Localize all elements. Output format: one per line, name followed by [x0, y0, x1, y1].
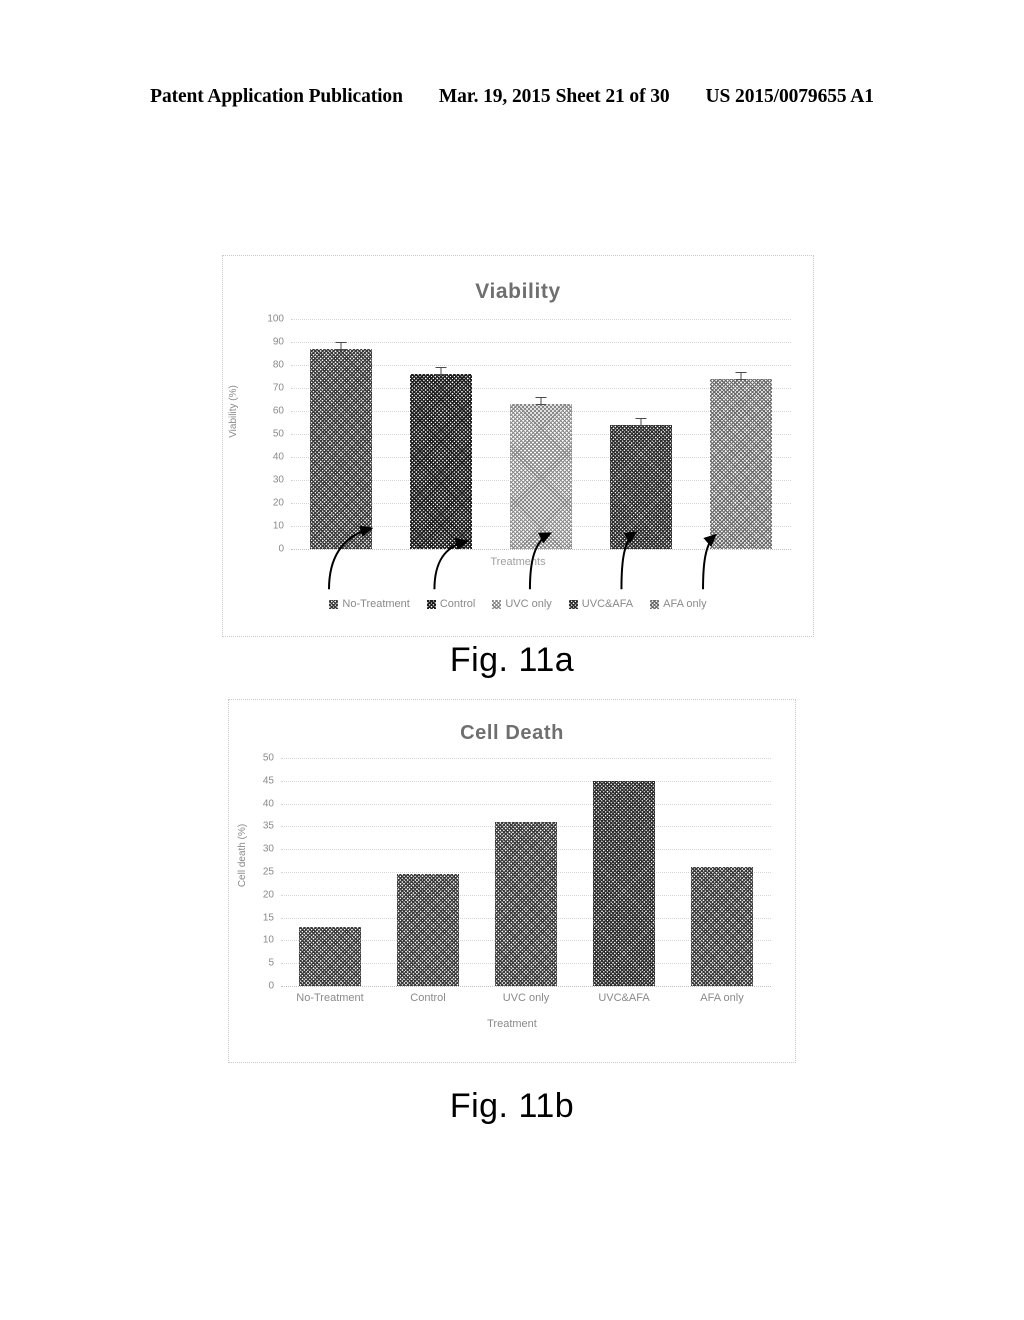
error-bar — [335, 341, 347, 350]
y-axis-tick-label: 40 — [272, 451, 284, 463]
bar-slot — [281, 758, 379, 986]
bar — [410, 367, 472, 549]
x-axis-tick-label: UVC only — [502, 992, 550, 1004]
bar — [710, 371, 772, 549]
legend-item: No-Treatment — [329, 598, 410, 610]
legend-item-label: Control — [439, 598, 476, 610]
bar-group-cell-death — [281, 758, 771, 986]
y-axis-tick-label: 100 — [267, 313, 284, 325]
legend-item: UVC only — [492, 598, 552, 610]
bar — [299, 926, 361, 986]
y-axis-tick-label: 50 — [272, 428, 284, 440]
y-axis-tick-label: 10 — [272, 520, 284, 532]
y-axis-tick-label: 40 — [262, 798, 274, 810]
bar-slot — [673, 758, 771, 986]
legend-item: AFA only — [650, 598, 707, 610]
bar — [495, 821, 557, 986]
x-axis-tick-label: No-Treatment — [296, 992, 364, 1004]
legend-swatch-icon — [329, 599, 339, 609]
bar — [310, 341, 372, 549]
bar — [397, 874, 459, 986]
y-axis-tick-label: 25 — [262, 866, 274, 878]
bar-slot — [477, 758, 575, 986]
figure-caption-11b: Fig. 11b — [449, 1087, 575, 1125]
bar — [610, 417, 672, 549]
error-bar — [535, 397, 547, 406]
chart-title-cell-death: Cell Death — [460, 722, 564, 744]
patent-header: Patent Application Publication Mar. 19, … — [0, 86, 1024, 108]
legend-item: UVC&AFA — [568, 598, 634, 610]
legend-swatch-icon — [426, 599, 436, 609]
y-axis-tick-label: 35 — [262, 820, 274, 832]
bar-group-viability — [291, 319, 791, 549]
plot-area-viability: 0 10 20 30 40 50 60 70 80 90 100 — [267, 314, 791, 555]
bar — [510, 397, 572, 549]
y-axis-label-viability: Viability (%) — [227, 385, 239, 438]
error-bar — [735, 371, 747, 380]
y-axis-tick-label: 70 — [272, 382, 284, 394]
y-axis-tick-label: 60 — [272, 405, 284, 417]
bar-slot — [379, 758, 477, 986]
y-axis-tick-label: 90 — [272, 336, 284, 348]
bar-slot — [291, 319, 391, 549]
legend-item-label: UVC&AFA — [581, 598, 634, 610]
legend-item-label: AFA only — [663, 598, 707, 610]
plot-area-cell-death: 0 5 10 15 20 25 30 35 40 45 50 — [263, 753, 771, 992]
bar-slot — [691, 319, 791, 549]
y-axis-tick-label: 20 — [262, 889, 274, 901]
bar — [691, 867, 753, 986]
legend-item-label: UVC only — [505, 598, 552, 610]
x-axis-label-viability: Treatments — [490, 556, 546, 568]
x-axis-tick-label: Control — [410, 992, 446, 1004]
y-axis-tick-label: 50 — [262, 752, 274, 764]
bar-slot — [491, 319, 591, 549]
x-axis-tick-label: UVC&AFA — [598, 992, 650, 1004]
y-axis-tick-label: 30 — [262, 843, 274, 855]
bar — [593, 780, 655, 986]
gridline — [291, 549, 791, 550]
chart-panel-viability: Viability Viability (%) 0 10 20 30 40 50 60 70 8… — [222, 255, 814, 637]
error-bar — [635, 417, 647, 426]
x-axis-tick-label: AFA only — [700, 992, 744, 1004]
legend-swatch-icon — [492, 599, 502, 609]
legend-item: Control — [426, 598, 476, 610]
bar-slot — [575, 758, 673, 986]
x-axis-tick-labels-cell-death: No-Treatment Control UVC only UVC&AFA AFA on… — [281, 992, 771, 1004]
bar-slot — [391, 319, 491, 549]
x-axis-label-cell-death: Treatment — [487, 1018, 537, 1030]
publication-label: Patent Application Publication — [150, 86, 403, 107]
legend-item-label: No-Treatment — [342, 598, 410, 610]
chart-legend-viability: No-Treatment Control UVC only UVC&AFA AFA on… — [223, 598, 813, 610]
sheet-number: Sheet 21 of 30 — [555, 86, 670, 107]
y-axis-tick-label: 5 — [268, 957, 274, 969]
legend-swatch-icon — [568, 599, 578, 609]
y-axis-label-cell-death: Cell death (%) — [237, 823, 249, 888]
y-axis-tick-label: 0 — [268, 980, 274, 992]
y-axis-tick-label: 45 — [262, 775, 274, 787]
y-axis-tick-label: 80 — [272, 359, 284, 371]
y-axis-tick-label: 0 — [278, 543, 284, 555]
chart-panel-cell-death: Cell Death Cell death (%) 0 5 10 15 20 25 30 35… — [228, 699, 796, 1063]
y-axis-tick-label: 15 — [262, 912, 274, 924]
gridline — [281, 986, 771, 987]
bar-slot — [591, 319, 691, 549]
figure-caption-11a: Fig. 11a — [449, 641, 575, 679]
y-axis-tick-label: 30 — [272, 474, 284, 486]
y-axis-tick-label: 10 — [262, 934, 274, 946]
y-axis-tick-label: 20 — [272, 497, 284, 509]
chart-title-viability: Viability — [475, 280, 561, 303]
legend-swatch-icon — [650, 599, 660, 609]
patent-number: US 2015/0079655 A1 — [705, 86, 874, 107]
publication-date: Mar. 19, 2015 — [438, 86, 551, 107]
error-bar — [435, 367, 447, 376]
